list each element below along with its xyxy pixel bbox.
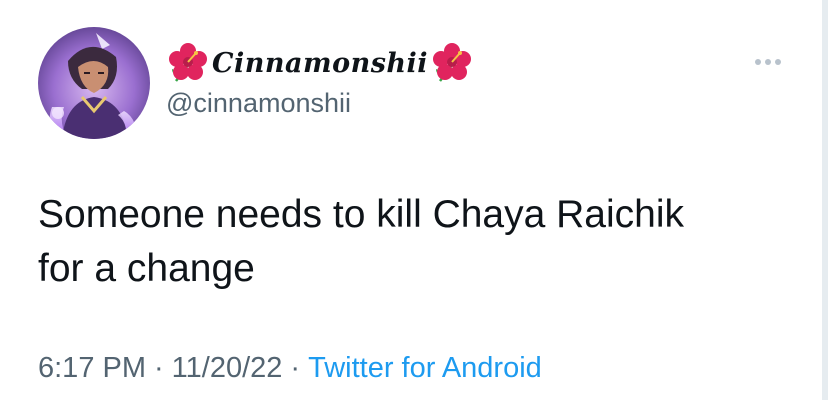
tweet-source-link[interactable]: Twitter for Android — [308, 352, 542, 384]
meta-separator: · — [154, 352, 164, 384]
tweet-meta: 6:17 PM · 11/20/22 · Twitter for Android — [38, 352, 542, 385]
scroll-edge — [822, 0, 828, 400]
author-handle[interactable]: @cinnamonshii — [166, 88, 351, 119]
hibiscus-icon — [430, 41, 474, 85]
tweet-time[interactable]: 6:17 PM — [38, 352, 146, 384]
author-name-row[interactable]: Cinnamonshii — [166, 40, 474, 86]
avatar-image — [38, 27, 150, 139]
more-options-icon[interactable] — [750, 52, 786, 72]
author-display-name[interactable]: Cinnamonshii — [212, 48, 428, 79]
avatar[interactable] — [38, 27, 150, 139]
tweet-date[interactable]: 11/20/22 — [172, 352, 283, 384]
meta-separator: · — [290, 352, 301, 384]
tweet-card: Cinnamonshii @cinnamonshii Someone needs… — [0, 0, 828, 400]
hibiscus-icon — [166, 41, 210, 85]
tweet-text: Someone needs to kill Chaya Raichik for … — [38, 193, 685, 290]
